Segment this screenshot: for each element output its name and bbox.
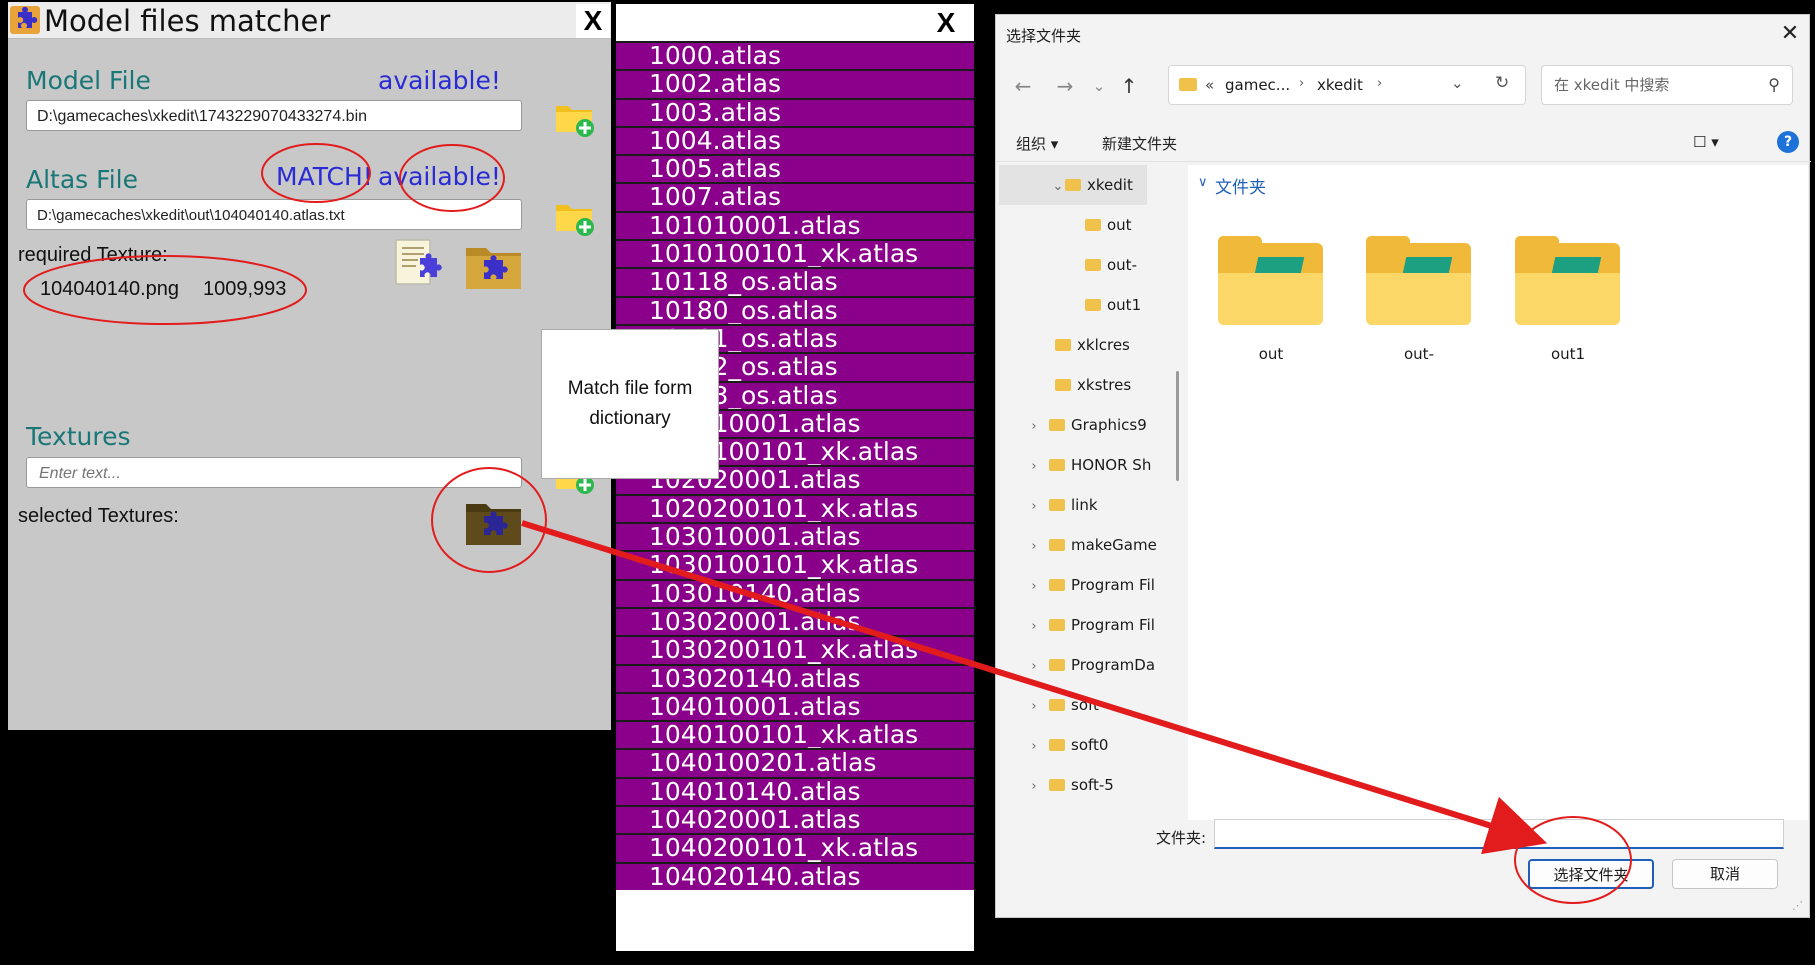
- annotation-circle: [431, 467, 547, 573]
- annotation-circle: [261, 143, 371, 203]
- annotation-overlay: [23, 143, 1632, 904]
- annotation-arrow: [521, 520, 1548, 855]
- annotation-circle: [1514, 816, 1632, 904]
- annotation-circle: [399, 144, 505, 212]
- annotation-circle: [23, 255, 307, 325]
